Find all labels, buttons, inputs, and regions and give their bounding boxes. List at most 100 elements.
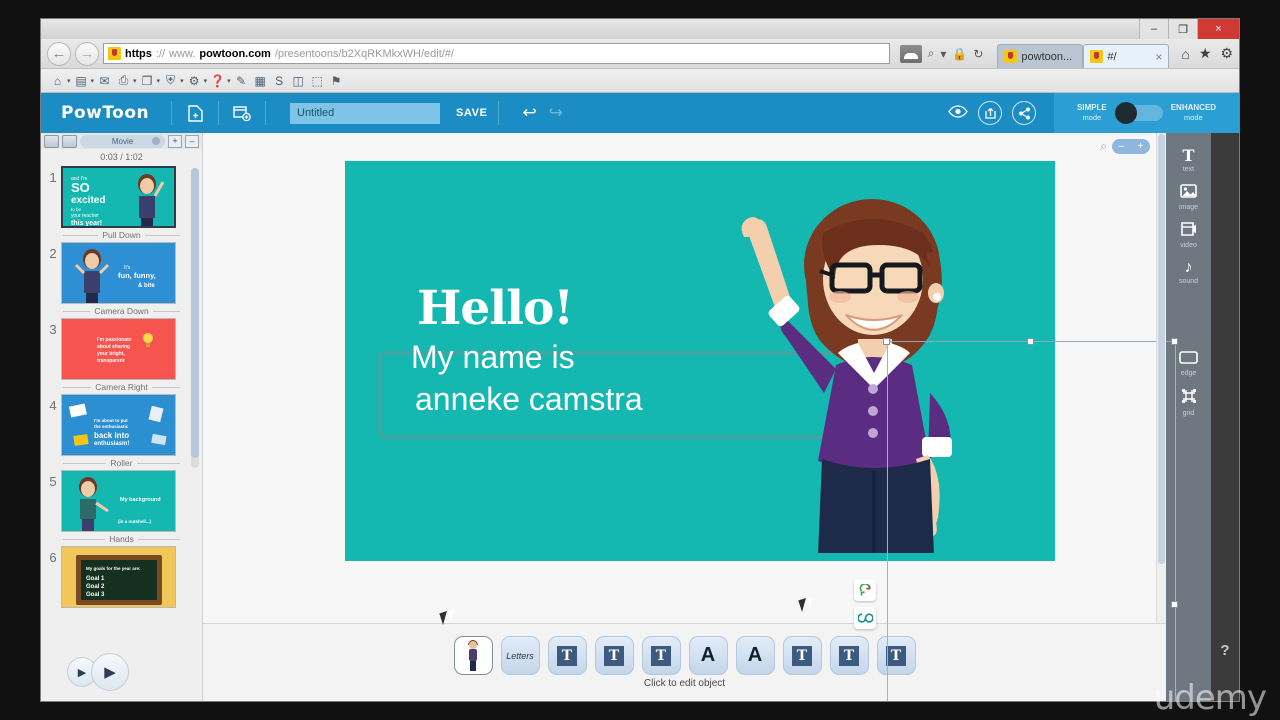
window-close-button[interactable]: × — [1197, 19, 1239, 39]
canvas-scrollbar[interactable] — [1156, 133, 1166, 623]
text-style-5-button[interactable]: A — [735, 636, 775, 675]
presentation-title-input[interactable] — [290, 102, 440, 124]
command-book-extension[interactable]: ◫ — [290, 74, 307, 88]
play-movie-button[interactable]: ▶ — [91, 653, 129, 691]
zoom-pill[interactable]: – + — [1112, 139, 1150, 154]
window-maximize-button[interactable]: ❐ — [1168, 19, 1197, 39]
home-icon[interactable]: ⌂ — [1181, 46, 1189, 62]
tool-sound[interactable]: ♪ sound — [1166, 255, 1211, 288]
duplicate-slide-button[interactable] — [229, 101, 255, 125]
redo-button[interactable]: ↪ — [549, 103, 563, 123]
slide-stage[interactable]: Hello! My name is anneke camstra — [345, 161, 1055, 561]
magnifier-icon[interactable]: ⌕ — [1100, 139, 1107, 154]
rotate-object-button[interactable] — [854, 579, 876, 601]
new-slide-button[interactable] — [182, 101, 208, 125]
mode-toggle-switch[interactable] — [1114, 102, 1163, 124]
command-safety[interactable]: ⛨ ▾ — [162, 73, 184, 88]
forward-button[interactable]: → — [75, 41, 99, 66]
slides-scrollbar[interactable] — [191, 168, 199, 468]
favorites-star-icon[interactable]: ★ — [1199, 45, 1212, 62]
command-home[interactable]: ⌂ ▾ — [49, 74, 71, 88]
tools-gear-icon[interactable]: ⚙ — [1220, 45, 1233, 62]
add-slide-button[interactable]: + — [168, 134, 182, 148]
tool-video[interactable]: video — [1166, 217, 1211, 252]
command-help[interactable]: ❓ ▾ — [209, 74, 231, 88]
command-pin-extension[interactable]: ⚑ — [328, 74, 345, 88]
browser-tab-1[interactable]: powtoon... — [997, 44, 1084, 68]
slides-list[interactable]: 1 and I'm SO excited to be your teacher … — [41, 166, 202, 643]
command-print[interactable]: ⎙ ▾ — [115, 73, 137, 88]
slide-thumbnail[interactable]: My goals for the year are: Goal 1 Goal 2… — [61, 546, 176, 608]
selection-handle-top-left[interactable] — [883, 338, 890, 345]
movie-tab-settings-icon[interactable] — [152, 137, 160, 145]
slide-transition[interactable]: Hands — [63, 534, 181, 544]
slide-thumbnail[interactable]: I'm passionate about sharing your bright… — [61, 318, 176, 380]
slide-thumbnail[interactable]: It's fun, funny, & bite — [61, 242, 176, 304]
command-tools[interactable]: ⚙ ▾ — [186, 74, 207, 88]
command-page[interactable]: ❐ ▾ — [139, 74, 160, 88]
letters-style-button[interactable]: Letters — [500, 636, 540, 675]
view-mode-timeline-icon[interactable] — [62, 134, 77, 148]
text-style-4-button[interactable]: A — [688, 636, 728, 675]
zoom-in-button[interactable]: + — [1138, 141, 1144, 152]
character-thumbnail-button[interactable] — [453, 636, 493, 675]
browser-tab-2[interactable]: #/ × — [1083, 44, 1170, 68]
command-pen-extension[interactable]: ✎ — [233, 74, 250, 88]
selection-handle-middle-right[interactable] — [1171, 601, 1178, 608]
refresh-icon[interactable]: ↻ — [973, 47, 983, 61]
view-mode-slides-icon[interactable] — [44, 134, 59, 148]
tool-shape[interactable]: edge — [1166, 346, 1211, 380]
teacher-character-illustration[interactable] — [740, 193, 980, 553]
slide-thumbnail[interactable]: I'm about to put the enthusiastic back i… — [61, 394, 176, 456]
slide-transition[interactable]: Camera Right — [63, 382, 180, 392]
list-item[interactable]: 2 It's fun, funny, & bite — [45, 242, 202, 304]
preview-button[interactable] — [948, 104, 968, 122]
window-minimize-button[interactable]: – — [1139, 19, 1168, 39]
canvas-workspace[interactable]: ⌕ – + Hello! My name is anneke camstra — [203, 133, 1178, 701]
command-chart-extension[interactable]: ▦ — [252, 74, 269, 88]
slide-transition[interactable]: Camera Down — [63, 306, 181, 316]
export-button[interactable] — [978, 101, 1002, 125]
slide-transition[interactable]: Pull Down — [63, 230, 180, 240]
headline-text[interactable]: Hello! — [417, 281, 574, 336]
list-item[interactable]: 4 I'm about to put the enthusiastic back… — [45, 394, 202, 456]
tool-image[interactable]: image — [1166, 179, 1211, 214]
undo-button[interactable]: ↩ — [523, 103, 537, 123]
slide-thumbnail[interactable]: and I'm SO excited to be your teacher th… — [61, 166, 176, 228]
list-item[interactable]: 5 My background (in a nutshell...) — [45, 470, 202, 532]
zoom-out-button[interactable]: – — [1119, 141, 1125, 152]
list-item[interactable]: 6 My goals for the year are: Goal 1 Goal… — [45, 546, 202, 608]
tool-grid[interactable]: grid — [1166, 383, 1211, 420]
text-style-2-button[interactable]: T — [594, 636, 634, 675]
loop-object-button[interactable] — [854, 607, 876, 629]
tool-text[interactable]: T text — [1166, 143, 1211, 176]
address-bar[interactable]: https://www. powtoon.com/presentoons/b2Xq… — [103, 43, 890, 64]
back-button[interactable]: ← — [47, 41, 71, 66]
powtoon-logo[interactable]: PowToon — [41, 103, 161, 123]
list-item[interactable]: 3 I'm passionate about sharing your brig… — [45, 318, 202, 380]
list-item[interactable]: 1 and I'm SO excited to be your teacher … — [45, 166, 202, 228]
chevron-down-icon[interactable]: ▾ — [940, 47, 946, 61]
text-style-1-button[interactable]: T — [547, 636, 587, 675]
name-text-line-1[interactable]: My name is — [411, 339, 575, 376]
text-style-7-button[interactable]: T — [829, 636, 869, 675]
save-button[interactable]: SAVE — [456, 107, 488, 119]
cloud-icon[interactable] — [899, 44, 922, 63]
selection-handle-top-center[interactable] — [1027, 338, 1034, 345]
command-feeds[interactable]: ▤ ▾ — [73, 74, 94, 88]
movie-tab[interactable]: Movie — [80, 134, 165, 148]
name-text-line-2[interactable]: anneke camstra — [415, 381, 643, 418]
command-mail[interactable]: ✉ — [96, 74, 113, 88]
slide-transition[interactable]: Roller — [63, 458, 181, 468]
command-evernote-extension[interactable]: ⬚ — [309, 74, 326, 88]
slide-thumbnail[interactable]: My background (in a nutshell...) — [61, 470, 176, 532]
command-skype-extension[interactable]: S — [271, 74, 288, 88]
share-button[interactable] — [1012, 101, 1036, 125]
text-style-8-button[interactable]: T — [876, 636, 916, 675]
text-style-6-button[interactable]: T — [782, 636, 822, 675]
help-button[interactable]: ? — [1211, 642, 1239, 659]
tab-close-icon[interactable]: × — [1155, 50, 1162, 64]
text-style-3-button[interactable]: T — [641, 636, 681, 675]
search-icon[interactable]: ⌕ — [928, 46, 935, 61]
selection-handle-top-right[interactable] — [1171, 338, 1178, 345]
